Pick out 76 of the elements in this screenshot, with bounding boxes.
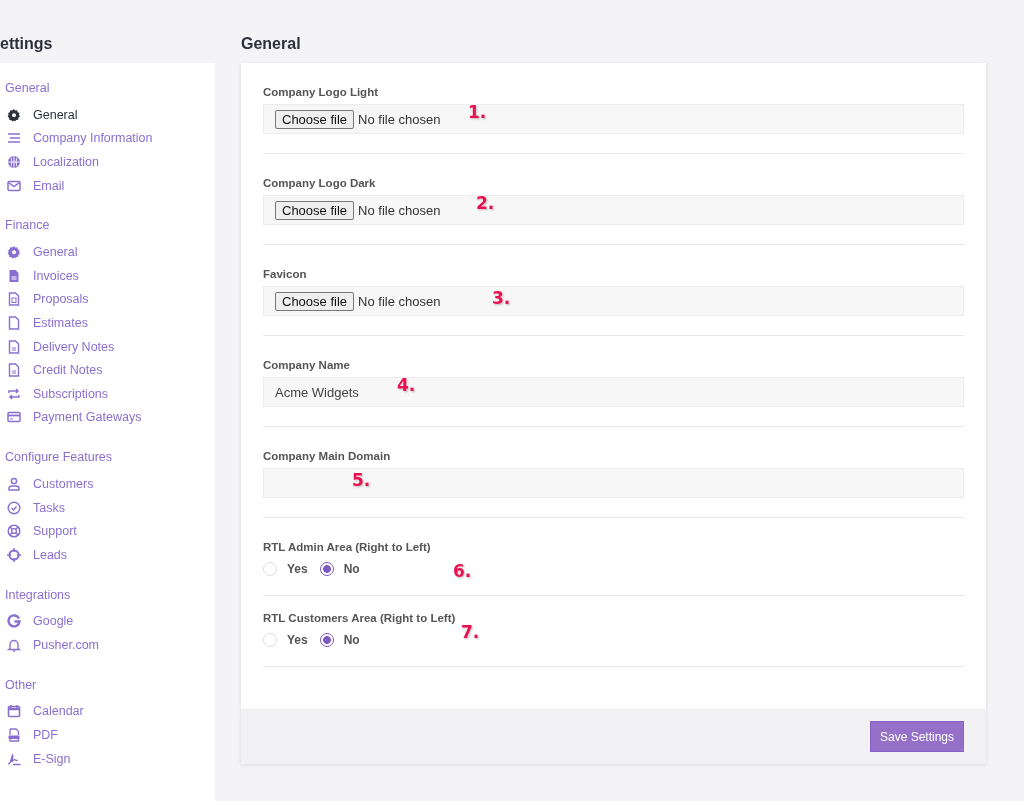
credit-card-icon xyxy=(7,410,21,425)
field-label: Company Logo Dark xyxy=(263,177,376,189)
sidebar-item[interactable]: Subscriptions xyxy=(0,381,215,406)
sidebar-item[interactable]: Localization xyxy=(0,150,215,174)
field-label: Company Name xyxy=(263,359,350,371)
radio-option[interactable]: Yes xyxy=(263,562,308,576)
section-heading: Configure Features xyxy=(5,450,112,465)
callout-number: 2. xyxy=(476,193,495,213)
calendar-icon xyxy=(7,704,21,719)
field-label: RTL Admin Area (Right to Left) xyxy=(263,541,431,553)
gear-icon xyxy=(7,107,21,122)
page-title: ettings xyxy=(0,34,54,54)
menu-icon xyxy=(7,131,21,146)
user-icon xyxy=(7,476,21,491)
sidebar-item[interactable]: Calendar xyxy=(0,699,215,724)
callout-number: 1. xyxy=(468,102,487,122)
radio-option[interactable]: No xyxy=(319,633,360,647)
document-icon xyxy=(7,268,21,283)
sidebar-item[interactable]: Tasks xyxy=(0,495,215,520)
document-icon xyxy=(7,292,21,307)
choose-file-button[interactable]: Choose file xyxy=(275,109,355,129)
sidebar-item[interactable]: Email xyxy=(0,173,215,198)
callout-number: 6. xyxy=(453,561,472,581)
sidebar-item[interactable]: E-Sign xyxy=(0,746,215,771)
choose-file-button[interactable]: Choose file xyxy=(275,291,355,311)
radio-button[interactable] xyxy=(319,633,334,647)
signature-icon xyxy=(7,751,21,766)
sidebar-item[interactable]: Credit Notes xyxy=(0,358,215,382)
field-label: Company Main Domain xyxy=(263,450,391,462)
file-status: No file chosen xyxy=(358,293,441,309)
sidebar-item[interactable]: Company Information xyxy=(0,126,215,151)
sidebar-item[interactable]: Estimates xyxy=(0,311,215,335)
document-icon xyxy=(7,363,21,378)
section-heading: Finance xyxy=(5,218,50,233)
sidebar-item[interactable]: Google xyxy=(0,609,215,634)
section-title: General xyxy=(241,34,302,54)
radio-option[interactable]: No xyxy=(319,562,360,576)
callout-number: 3. xyxy=(492,288,511,308)
google-icon xyxy=(7,614,21,629)
file-status: No file chosen xyxy=(358,202,441,218)
radio-button[interactable] xyxy=(319,562,334,576)
sidebar-item[interactable]: Support xyxy=(0,519,215,543)
globe-icon xyxy=(7,155,21,169)
check-circle-icon xyxy=(7,500,21,515)
callout-number: 7. xyxy=(461,622,480,642)
sidebar-item[interactable]: Payment Gateways xyxy=(0,405,215,430)
document-icon xyxy=(7,315,21,330)
envelope-icon xyxy=(7,178,21,193)
crosshair-icon xyxy=(7,547,21,562)
repeat-icon xyxy=(7,386,21,401)
save-settings-button[interactable]: Save Settings xyxy=(869,721,964,752)
section-heading: Other xyxy=(5,677,37,692)
radio-option[interactable]: Yes xyxy=(263,633,308,647)
sidebar-item[interactable]: Leads xyxy=(0,542,215,567)
section-heading: General xyxy=(5,81,50,95)
gear-icon xyxy=(7,245,21,260)
sidebar-item[interactable]: General xyxy=(0,103,215,127)
sidebar-item[interactable]: Pusher.com xyxy=(0,633,215,657)
field-label: RTL Customers Area (Right to Left) xyxy=(263,612,456,624)
section-heading: Integrations xyxy=(5,587,71,602)
sidebar-item[interactable]: General xyxy=(0,240,215,264)
sidebar-item[interactable]: Customers xyxy=(0,472,215,496)
pdf-file-icon xyxy=(7,728,21,743)
callout-number: 4. xyxy=(397,375,416,395)
sidebar-item[interactable]: PDF xyxy=(0,723,215,747)
sidebar-item[interactable]: Delivery Notes xyxy=(0,334,215,359)
field-label: Company Logo Light xyxy=(263,86,378,98)
file-status: No file chosen xyxy=(358,111,441,127)
callout-number: 5. xyxy=(352,470,371,490)
sidebar-item[interactable]: Proposals xyxy=(0,287,215,312)
sidebar-item[interactable]: Invoices xyxy=(0,263,215,288)
lifebuoy-icon xyxy=(7,524,21,539)
bell-icon xyxy=(7,637,21,652)
field-label: Favicon xyxy=(263,268,307,280)
choose-file-button[interactable]: Choose file xyxy=(275,200,355,220)
document-icon xyxy=(7,339,21,354)
